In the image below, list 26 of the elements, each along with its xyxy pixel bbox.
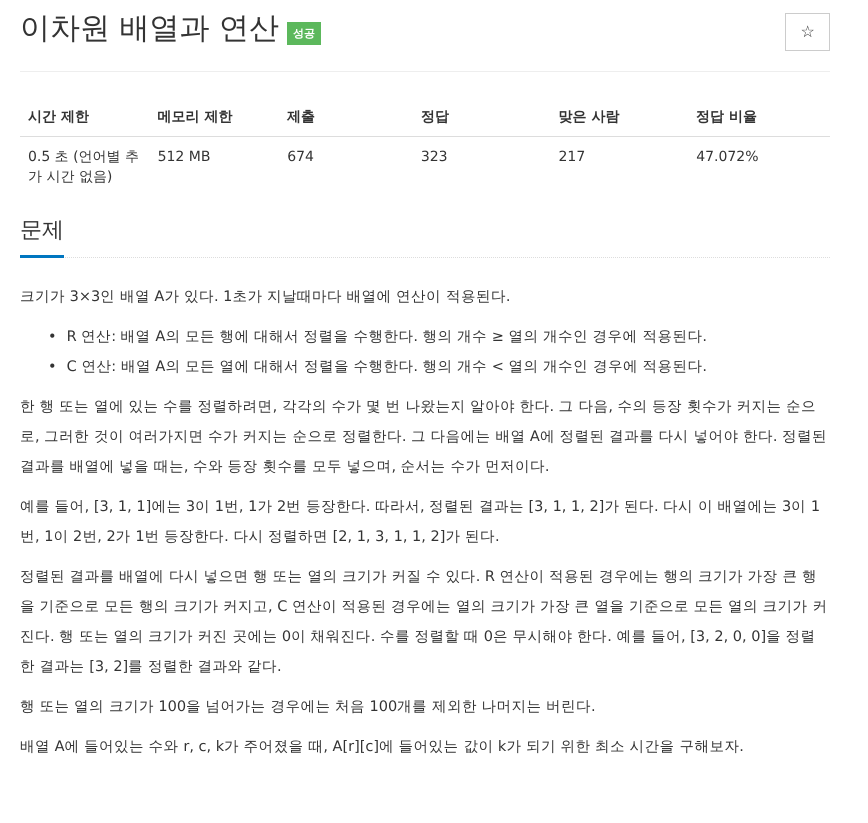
bullet-icon: • [48, 322, 57, 352]
problem-title: 이차원 배열과 연산 [20, 10, 280, 48]
status-badge: 성공 [287, 22, 322, 44]
table-cell: 512 MB [150, 136, 280, 197]
table-cell: 323 [412, 136, 551, 197]
list-item: R 연산: 배열 A의 모든 행에 대해서 정렬을 수행한다. 행의 개수 ≥ 열의 개수인 경우에 적용된다. [66, 328, 707, 347]
problem-paragraph: 행 또는 열의 크기가 100을 넘어가는 경우에는 처음 100개를 제외한 나머지는 버린다. [20, 698, 597, 717]
bullet-icon: • [48, 352, 57, 382]
problem-paragraph: 한 행 또는 열에 있는 수를 정렬하려면, 각각의 수가 몇 번 나왔는지 알아야 한다. 그 다음, 수의 등장 횟수가 커지는 순으로, 그러한 것이 여러가지면 수가 커지는 순으로 정렬한다. 그 다음에는 배열 A에 정렬된 결과를 다시 넣어야 한다. 정렬된 결과를 배열에 넣을 때는, 수와 등장 횟수를 모두 넣으며, 순서는 수가 먼저이다. [20, 398, 828, 477]
table-cell: 47.072% [688, 136, 830, 197]
table-cell: 674 [279, 136, 413, 197]
table-cell: 0.5 초 (언어별 추가 시간 없음) [20, 136, 150, 197]
section-heading: 문제 [20, 215, 64, 258]
favorite-button[interactable]: ☆ [785, 13, 830, 51]
table-cell: 217 [550, 136, 688, 197]
column-header: 정답 [412, 100, 551, 136]
column-header: 메모리 제한 [150, 100, 280, 136]
column-header: 제출 [279, 100, 413, 136]
problem-paragraph: 크기가 3×3인 배열 A가 있다. 1초가 지날때마다 배열에 연산이 적용된다. [20, 288, 512, 307]
problem-paragraph: 배열 A에 들어있는 수와 r, c, k가 주어졌을 때, A[r][c]에 들어있는 값이 k가 되기 위한 최소 시간을 구해보자. [20, 738, 745, 757]
column-header: 정답 비율 [688, 100, 830, 136]
list-item: C 연산: 배열 A의 모든 열에 대해서 정렬을 수행한다. 행의 개수 < 열의 개수인 경우에 적용된다. [66, 358, 707, 377]
problem-paragraph: 예를 들어, [3, 1, 1]에는 3이 1번, 1가 2번 등장한다. 따라서, 정렬된 결과는 [3, 1, 1, 2]가 된다. 다시 이 배열에는 3이 1번, 1이 2번, 2가 1번 등장한다. 다시 정렬하면 [2, 1, 3, 1, 1, 2]가 된다. [20, 498, 822, 547]
column-header: 맞은 사람 [550, 100, 688, 136]
problem-paragraph: 정렬된 결과를 배열에 다시 넣으면 행 또는 열의 크기가 커질 수 있다. R 연산이 적용된 경우에는 행의 크기가 가장 큰 행을 기준으로 모든 행의 크기가 커지고, C 연산이 적용된 경우에는 열의 크기가 가장 큰 열을 기준으로 모든 열의 크기가 커진다. 행 또는 열의 크기가 커진 곳에는 0이 채워진다. 수를 정렬할 때 0은 무시해야 한다. 예를 들어, [3, 2, 0, 0]을 정렬한 결과는 [3, 2]를 정렬한 결과와 같다. [20, 568, 828, 677]
column-header: 시간 제한 [20, 100, 150, 136]
